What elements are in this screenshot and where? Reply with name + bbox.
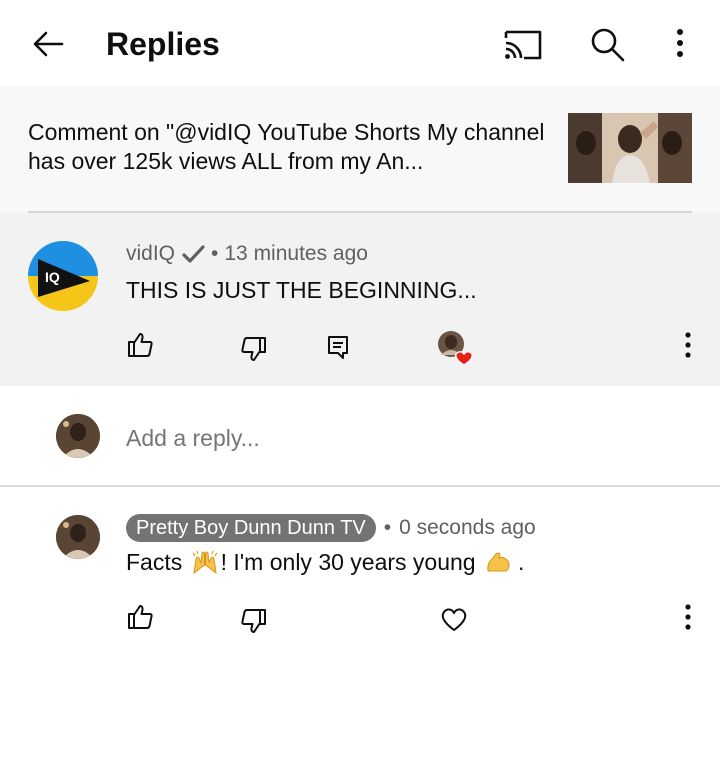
heart-icon — [441, 608, 467, 631]
reply-button[interactable] — [320, 329, 356, 365]
reply-text-part: ! I'm only 30 years young — [220, 549, 482, 575]
parent-comment: IQ vidIQ • 13 minutes ago THIS IS JUST T… — [0, 213, 720, 386]
page-title: Replies — [106, 26, 220, 62]
verified-check-icon — [182, 245, 205, 263]
thumb-down-icon — [241, 609, 266, 633]
comment-meta: vidIQ • 13 minutes ago — [126, 241, 368, 267]
dislike-button[interactable] — [236, 331, 272, 367]
thumbnail-image — [568, 113, 692, 183]
comment-text: THIS IS JUST THE BEGINNING... — [126, 277, 477, 303]
avatar[interactable]: IQ — [28, 241, 98, 311]
flexed-biceps-emoji — [487, 552, 510, 572]
heart-button[interactable] — [436, 601, 472, 637]
more-vert-icon — [685, 332, 691, 358]
user-avatar-image — [56, 515, 100, 559]
vidiq-logo: IQ — [28, 241, 98, 311]
comment-context-header[interactable]: Comment on "@vidIQ YouTube Shorts My cha… — [0, 86, 720, 213]
thumb-up-icon — [128, 333, 153, 357]
thumb-up-icon — [128, 605, 153, 629]
search-icon — [591, 28, 625, 62]
user-avatar-image — [56, 414, 100, 458]
arrow-left-icon — [33, 31, 64, 57]
avatar — [56, 414, 100, 458]
meta-separator: • — [383, 516, 392, 539]
reply-text: Facts ! I'm only 30 years young . — [126, 547, 524, 577]
like-button[interactable] — [122, 599, 158, 635]
cast-icon — [504, 30, 542, 60]
avatar[interactable] — [56, 515, 100, 559]
like-button[interactable] — [122, 327, 158, 363]
back-button[interactable] — [28, 22, 72, 66]
svg-text:IQ: IQ — [45, 269, 60, 285]
thumb-down-icon — [241, 337, 266, 361]
creator-heart — [436, 329, 476, 369]
dislike-button[interactable] — [236, 603, 272, 639]
reply-meta: Pretty Boy Dunn Dunn TV • 0 seconds ago — [126, 514, 536, 542]
reply-icon — [328, 336, 348, 359]
meta-separator: • — [211, 242, 219, 265]
context-text: Comment on "@vidIQ YouTube Shorts My cha… — [28, 119, 545, 174]
reply-comment: Pretty Boy Dunn Dunn TV • 0 seconds ago … — [0, 487, 720, 667]
video-thumbnail[interactable] — [568, 113, 692, 183]
comment-author[interactable]: vidIQ — [126, 241, 175, 267]
author-badge[interactable]: Pretty Boy Dunn Dunn TV — [126, 514, 376, 542]
creator-heart-icon — [438, 331, 473, 366]
cast-button[interactable] — [500, 24, 544, 64]
more-options-button[interactable] — [662, 22, 698, 66]
top-app-bar: Replies — [0, 0, 720, 86]
comment-time: 13 minutes ago — [224, 242, 368, 265]
raising-hands-emoji — [192, 550, 218, 575]
reply-more-button[interactable] — [676, 599, 700, 635]
reply-time: 0 seconds ago — [399, 516, 536, 539]
reply-text-part: Facts — [126, 549, 189, 575]
add-reply-row[interactable] — [0, 386, 720, 485]
reply-text-part: . — [517, 549, 525, 575]
reply-input[interactable] — [126, 424, 666, 452]
search-button[interactable] — [586, 22, 630, 66]
more-vert-icon — [677, 29, 683, 57]
comment-more-button[interactable] — [676, 327, 700, 363]
more-vert-icon — [685, 604, 691, 630]
